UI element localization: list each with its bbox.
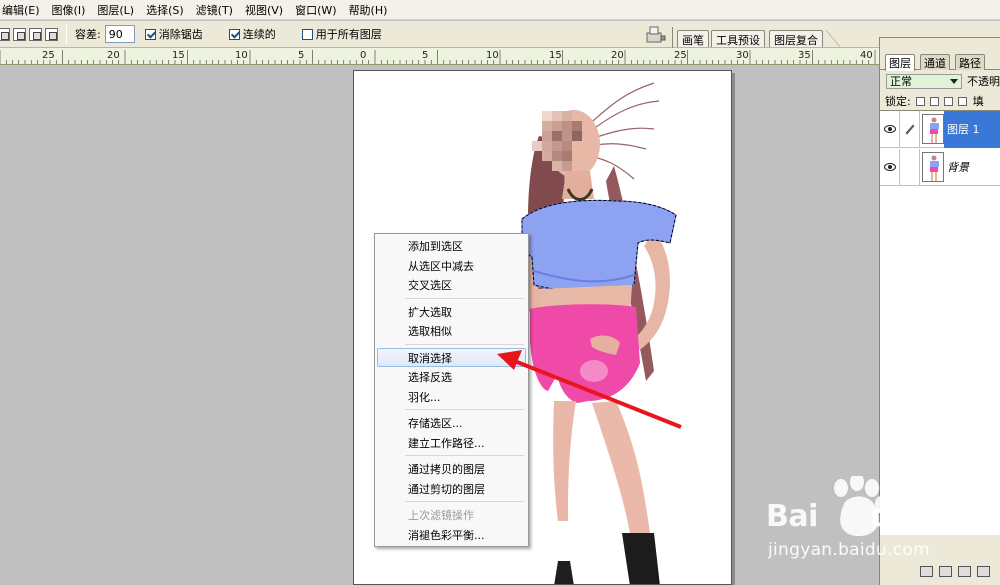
watermark-cn: 经验	[880, 506, 934, 537]
ruler-ticks: 25 20 15 10 5 0 5 10 15 20 25 30 35 40	[0, 50, 876, 64]
tab-brushes[interactable]: 画笔	[677, 30, 709, 47]
lock-pixels-icon[interactable]	[929, 96, 939, 106]
intersect-selection-icon[interactable]	[45, 27, 58, 41]
contiguous-option[interactable]: 连续的	[228, 26, 276, 42]
context-menu-item: 上次滤镜操作	[408, 509, 474, 522]
context-menu-item[interactable]: 添加到选区	[377, 236, 526, 256]
context-menu-item[interactable]: 羽化...	[377, 387, 526, 407]
context-menu-item[interactable]: 选取相似	[377, 321, 526, 341]
subtract-selection-icon[interactable]	[29, 27, 42, 41]
fill-label: 填	[972, 95, 984, 108]
menu-separator	[405, 297, 524, 299]
menu-item[interactable]: 帮助(H)	[343, 2, 394, 18]
lock-transparency-icon[interactable]	[915, 96, 925, 106]
tab-layer-comps[interactable]: 图层复合	[769, 30, 823, 47]
context-menu-item[interactable]: 取消选择	[377, 347, 526, 367]
ruler-label: 15	[549, 50, 562, 61]
ruler-label: 5	[298, 50, 304, 61]
tolerance-input[interactable]	[104, 25, 135, 43]
context-menu: 添加到选区 从选区中减去 交叉选区扩大选取 选取相似取消选择 选择反选 羽化... 存储选区…	[374, 233, 529, 547]
antialias-checkbox[interactable]	[144, 28, 156, 40]
ruler-label: 25	[42, 50, 55, 61]
contiguous-checkbox[interactable]	[228, 28, 240, 40]
watermark-url: jingyan.baidu.com	[768, 540, 930, 560]
paintbrush-icon[interactable]	[900, 110, 920, 148]
tool-brush-icon[interactable]	[646, 25, 666, 43]
lock-position-icon[interactable]	[943, 96, 953, 106]
all-layers-option[interactable]: 用于所有图层	[301, 26, 382, 42]
layer-name[interactable]: 背景	[944, 149, 1000, 186]
ruler-label: 10	[486, 50, 499, 61]
context-menu-item[interactable]: 建立工作路径...	[377, 433, 526, 453]
ruler-label: 40	[860, 50, 873, 61]
divider	[66, 24, 67, 44]
tab-channels[interactable]: 通道	[920, 54, 950, 70]
context-menu-item[interactable]: 通过剪切的图层	[377, 479, 526, 499]
eye-icon[interactable]	[880, 110, 900, 148]
context-menu-item[interactable]: 选择反选	[377, 367, 526, 387]
blend-row: 正常 不透明	[886, 73, 1000, 89]
tab-layers[interactable]: 图层	[885, 54, 915, 71]
watermark-brand-head: Bai	[766, 499, 818, 534]
eye-icon[interactable]	[880, 148, 900, 186]
ruler-label: 10	[235, 50, 248, 61]
link-cell[interactable]	[900, 148, 920, 186]
context-menu-item[interactable]: 交叉选区	[377, 275, 526, 295]
menu-item[interactable]: 图层(L)	[91, 2, 140, 18]
antialias-option[interactable]: 消除锯齿	[144, 26, 203, 42]
ruler-label: 30	[736, 50, 749, 61]
blend-mode-select[interactable]: 正常	[886, 73, 962, 89]
layer-thumbnail	[922, 152, 944, 182]
ruler-label: 15	[172, 50, 185, 61]
layer-row[interactable]: 背景	[880, 148, 1000, 186]
contiguous-label: 连续的	[242, 28, 276, 41]
menu-separator	[405, 343, 524, 345]
lock-all-icon[interactable]	[957, 96, 967, 106]
layers-list: 图层 1 背景	[880, 110, 1000, 536]
context-menu-item[interactable]: 存储选区...	[377, 413, 526, 433]
ruler-label: 20	[107, 50, 120, 61]
context-menu-item[interactable]: 消褪色彩平衡...	[377, 525, 526, 545]
all-layers-checkbox[interactable]	[301, 28, 313, 40]
ruler-label: 5	[422, 50, 428, 61]
ruler-label: 0	[360, 50, 366, 61]
ruler-label: 25	[674, 50, 687, 61]
context-menu-item[interactable]: 通过拷贝的图层	[377, 459, 526, 479]
lock-label: 锁定:	[885, 95, 911, 108]
ruler-label: 20	[611, 50, 624, 61]
add-selection-icon[interactable]	[13, 27, 26, 41]
layer-row[interactable]: 图层 1	[880, 110, 1000, 148]
blend-mode-value: 正常	[890, 75, 912, 88]
menu-item[interactable]: 图像(I)	[46, 2, 92, 18]
tolerance-label: 容差:	[75, 28, 101, 41]
menu-item[interactable]: 滤镜(T)	[190, 2, 239, 18]
chevron-down-icon	[950, 78, 958, 84]
opacity-label: 不透明	[967, 75, 1000, 88]
selection-mode-group	[0, 27, 58, 41]
menu-separator	[405, 455, 524, 456]
menu-separator	[405, 409, 524, 410]
all-layers-label: 用于所有图层	[315, 28, 382, 41]
context-menu-item[interactable]: 扩大选取	[377, 302, 526, 322]
tab-tool-presets[interactable]: 工具预设	[711, 30, 765, 47]
layer-thumbnail	[922, 114, 944, 144]
ruler-label: 35	[798, 50, 811, 61]
layer-name[interactable]: 图层 1	[944, 110, 1000, 148]
menu-item[interactable]: 编辑(E)	[0, 2, 46, 18]
menu-item[interactable]: 窗口(W)	[289, 2, 342, 18]
menu-item[interactable]: 选择(S)	[140, 2, 190, 18]
lock-row: 锁定: 填	[885, 94, 1000, 108]
horizontal-ruler: 25 20 15 10 5 0 5 10 15 20 25 30 35 40	[0, 48, 880, 65]
antialias-label: 消除锯齿	[158, 28, 203, 41]
layers-palette-tabs: 图层 通道 路径	[880, 53, 1000, 71]
tab-paths[interactable]: 路径	[955, 54, 985, 70]
menu-bar: 编辑(E) 图像(I) 图层(L) 选择(S) 滤镜(T) 视图(V) 窗口(W) 帮助(H)	[0, 0, 1000, 20]
new-selection-icon[interactable]	[0, 27, 10, 41]
menu-separator	[405, 501, 524, 502]
menu-item[interactable]: 视图(V)	[239, 2, 289, 18]
context-menu-item[interactable]: 从选区中减去	[377, 256, 526, 276]
tab-edge	[826, 30, 840, 47]
